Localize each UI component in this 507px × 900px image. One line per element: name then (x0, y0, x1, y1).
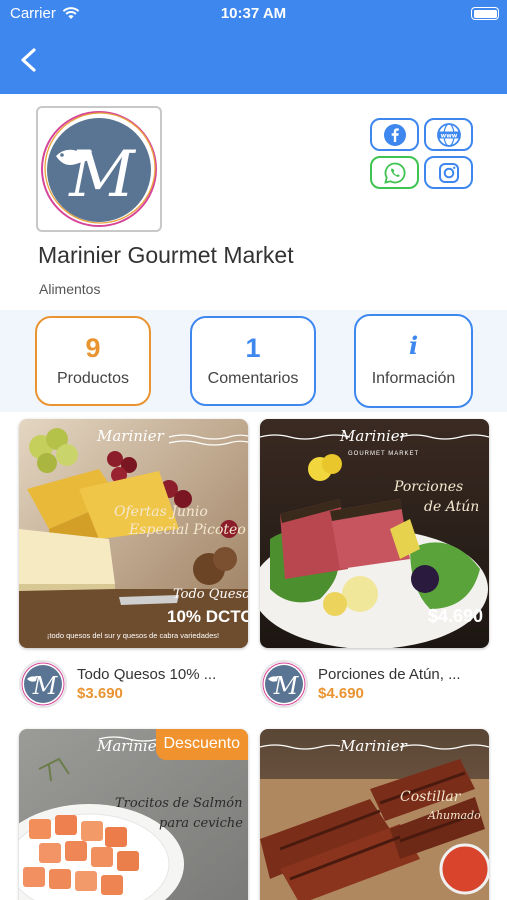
svg-text:de Atún: de Atún (424, 499, 479, 515)
svg-text:$4.690: $4.690 (428, 606, 483, 626)
product-name: Porciones de Atún, ... (318, 666, 461, 683)
svg-text:Especial Picoteo: Especial Picoteo (128, 522, 246, 538)
product-meta[interactable]: M Todo Quesos 10% ... $3.690 (19, 660, 248, 712)
svg-text:Costillar: Costillar (400, 789, 462, 805)
store-logo-image: M (41, 111, 157, 227)
svg-text:Porciones: Porciones (393, 479, 463, 495)
cheese-product-image: Marinier Ofertas Junio Especial Picoteo … (19, 419, 248, 648)
svg-text:Marinier: Marinier (96, 737, 165, 755)
comments-stat-button[interactable]: 1 Comentarios (190, 316, 316, 406)
info-label: Información (371, 370, 456, 387)
stats-bar: 9 Productos 1 Comentarios i Información (0, 310, 507, 412)
svg-text:Marinier: Marinier (339, 427, 408, 445)
facebook-button[interactable] (370, 118, 419, 151)
svg-text:para ceviche: para ceviche (159, 816, 243, 831)
svg-text:M: M (68, 138, 136, 212)
back-button[interactable] (14, 44, 44, 76)
svg-text:Marinier: Marinier (96, 427, 165, 445)
svg-text:Marinier: Marinier (339, 737, 408, 755)
comments-count: 1 (245, 333, 261, 363)
whatsapp-button[interactable] (370, 156, 419, 189)
products-label: Productos (56, 370, 130, 387)
website-button[interactable]: www (424, 118, 473, 151)
store-avatar: M (19, 660, 67, 708)
product-card-image[interactable]: Marinier GOURMET MARKET Porciones de Atú… (260, 419, 489, 648)
product-card-image[interactable]: Marinier Ofertas Junio Especial Picoteo … (19, 419, 248, 648)
discount-badge: Descuento (155, 729, 248, 760)
comments-label: Comentarios (207, 370, 299, 387)
store-name: Marinier Gourmet Market (38, 242, 294, 268)
svg-text:Todo Quesos: Todo Quesos (173, 587, 248, 602)
svg-text:Ofertas Junio: Ofertas Junio (114, 504, 208, 520)
store-avatar: M (260, 660, 308, 708)
svg-text:GOURMET MARKET: GOURMET MARKET (348, 451, 419, 457)
info-stat-button[interactable]: i Información (354, 314, 473, 408)
product-price: $3.690 (77, 685, 123, 702)
web-icon: www (436, 122, 461, 147)
svg-text:Trocitos de Salmón: Trocitos de Salmón (115, 796, 243, 811)
product-price: $4.690 (318, 685, 364, 702)
whatsapp-icon (383, 162, 406, 184)
chevron-left-icon (21, 48, 36, 72)
product-meta[interactable]: M Porciones de Atún, ... $4.690 (260, 660, 489, 712)
svg-text:M: M (273, 672, 300, 700)
svg-text:Ahumado: Ahumado (427, 809, 481, 822)
products-count: 9 (85, 333, 101, 363)
store-logo: M (36, 106, 162, 232)
status-time: 10:37 AM (220, 5, 287, 22)
products-stat-button[interactable]: 9 Productos (35, 316, 151, 406)
ribs-product-image: Marinier Costillar Ahumado (260, 729, 489, 900)
nav-header: Carrier 10:37 AM (0, 0, 507, 94)
info-icon: i (408, 331, 419, 360)
svg-text:10% DCTO: 10% DCTO (167, 607, 248, 626)
svg-text:www: www (440, 132, 457, 139)
instagram-button[interactable] (424, 156, 473, 189)
svg-text:¡todo quesos del sur y quesos: ¡todo quesos del sur y quesos de cabra v… (47, 631, 219, 640)
tuna-product-image: Marinier GOURMET MARKET Porciones de Atú… (260, 419, 489, 648)
store-category: Alimentos (39, 281, 101, 297)
product-card-image[interactable]: Marinier Costillar Ahumado (260, 729, 489, 900)
instagram-icon (438, 162, 459, 183)
battery-icon (471, 7, 499, 20)
facebook-icon (383, 123, 406, 146)
svg-text:M: M (32, 672, 59, 700)
status-bar: Carrier 10:37 AM (0, 0, 507, 28)
product-name: Todo Quesos 10% ... (77, 666, 217, 683)
product-card-image[interactable]: Marinier Trocitos de Salmón para ceviche… (19, 729, 248, 900)
